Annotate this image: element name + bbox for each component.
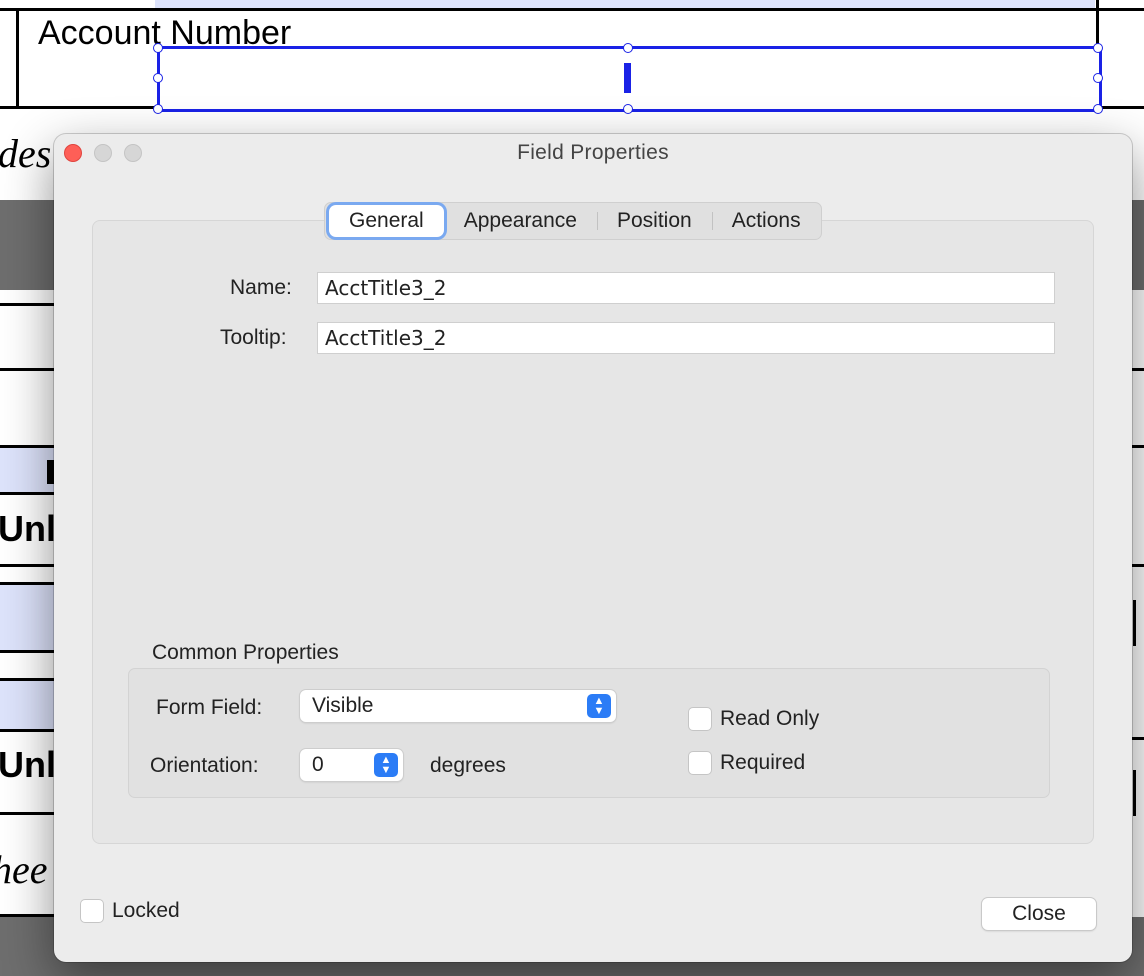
orientation-select[interactable]: 0 ▲ ▼	[300, 749, 403, 781]
resize-handle-top-right[interactable]	[1093, 43, 1103, 53]
common-properties-group	[128, 668, 1050, 798]
tab-appearance[interactable]: Appearance	[444, 203, 597, 239]
name-field[interactable]	[317, 272, 1055, 304]
dialog-title: Field Properties	[517, 141, 669, 164]
form-text-fragment: hee	[0, 847, 48, 892]
minimize-window-icon[interactable]	[94, 144, 112, 162]
locked-checkbox[interactable]	[81, 900, 103, 922]
form-cell-highlight	[155, 0, 1095, 8]
resize-handle-bottom[interactable]	[623, 104, 633, 114]
form-field-label: Form Field:	[156, 696, 263, 719]
resize-handle-right[interactable]	[1093, 73, 1103, 83]
resize-handle-top-left[interactable]	[153, 43, 163, 53]
close-window-icon[interactable]	[64, 144, 82, 162]
degrees-label: degrees	[430, 754, 506, 777]
field-properties-dialog: Field Properties General Appearance Posi…	[54, 134, 1132, 962]
tab-bar: General Appearance Position Actions	[324, 202, 822, 240]
form-text-fragment: Unl	[0, 508, 56, 549]
zoom-window-icon[interactable]	[124, 144, 142, 162]
orientation-value: 0	[312, 753, 324, 776]
required-label: Required	[720, 751, 806, 774]
read-only-checkbox[interactable]	[689, 708, 711, 730]
tab-position[interactable]: Position	[596, 203, 712, 239]
locked-label: Locked	[112, 899, 180, 922]
form-field-select[interactable]: Visible ▲ ▼	[300, 690, 616, 722]
chevron-up-down-icon: ▲ ▼	[587, 694, 611, 718]
title-bar[interactable]: Field Properties	[54, 134, 1132, 172]
required-checkbox[interactable]	[689, 752, 711, 774]
form-field-value: Visible	[312, 694, 374, 717]
form-text-fragment: des	[0, 131, 52, 176]
close-button[interactable]: Close	[982, 898, 1096, 930]
common-properties-title: Common Properties	[152, 641, 339, 664]
resize-handle-left[interactable]	[153, 73, 163, 83]
tab-general[interactable]: General	[329, 205, 444, 237]
tab-actions[interactable]: Actions	[711, 203, 821, 239]
tooltip-field[interactable]	[317, 322, 1055, 354]
tooltip-label: Tooltip:	[220, 326, 287, 349]
form-text-fragment: Unl	[0, 744, 56, 785]
resize-handle-top[interactable]	[623, 43, 633, 53]
name-label: Name:	[230, 276, 292, 299]
read-only-label: Read Only	[720, 707, 820, 730]
orientation-label: Orientation:	[150, 754, 259, 777]
resize-handle-bottom-right[interactable]	[1093, 104, 1103, 114]
resize-handle-bottom-left[interactable]	[153, 104, 163, 114]
chevron-up-down-icon: ▲ ▼	[374, 753, 398, 777]
text-cursor-icon	[624, 63, 631, 93]
